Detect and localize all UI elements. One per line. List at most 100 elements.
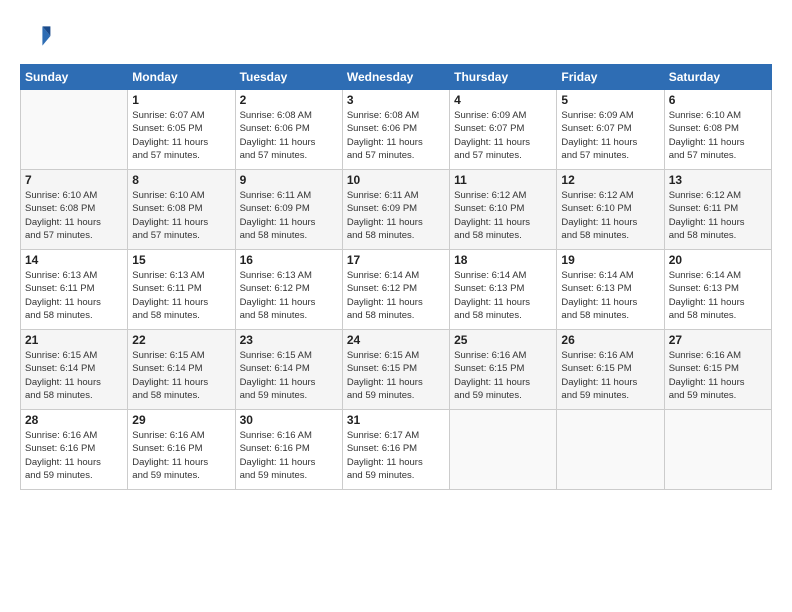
day-number: 10 [347, 173, 445, 187]
calendar-cell: 11 Sunrise: 6:12 AMSunset: 6:10 PMDayligh… [450, 170, 557, 250]
day-info: Sunrise: 6:12 AMSunset: 6:10 PMDaylight:… [561, 189, 659, 242]
calendar-cell: 19 Sunrise: 6:14 AMSunset: 6:13 PMDayligh… [557, 250, 664, 330]
day-info: Sunrise: 6:14 AMSunset: 6:13 PMDaylight:… [669, 269, 767, 322]
day-number: 19 [561, 253, 659, 267]
day-number: 26 [561, 333, 659, 347]
day-info: Sunrise: 6:16 AMSunset: 6:15 PMDaylight:… [669, 349, 767, 402]
day-number: 8 [132, 173, 230, 187]
day-number: 12 [561, 173, 659, 187]
day-number: 11 [454, 173, 552, 187]
weekday-header: Monday [128, 65, 235, 90]
day-number: 17 [347, 253, 445, 267]
day-info: Sunrise: 6:17 AMSunset: 6:16 PMDaylight:… [347, 429, 445, 482]
weekday-header: Saturday [664, 65, 771, 90]
weekday-header: Sunday [21, 65, 128, 90]
day-info: Sunrise: 6:15 AMSunset: 6:14 PMDaylight:… [240, 349, 338, 402]
weekday-header: Thursday [450, 65, 557, 90]
day-info: Sunrise: 6:16 AMSunset: 6:15 PMDaylight:… [454, 349, 552, 402]
calendar-cell: 16 Sunrise: 6:13 AMSunset: 6:12 PMDayligh… [235, 250, 342, 330]
calendar-cell: 4 Sunrise: 6:09 AMSunset: 6:07 PMDaylight… [450, 90, 557, 170]
day-info: Sunrise: 6:15 AMSunset: 6:14 PMDaylight:… [132, 349, 230, 402]
day-number: 4 [454, 93, 552, 107]
day-number: 16 [240, 253, 338, 267]
calendar-cell: 9 Sunrise: 6:11 AMSunset: 6:09 PMDaylight… [235, 170, 342, 250]
calendar-cell: 7Sunrise: 6:10 AMSunset: 6:08 PMDaylight… [21, 170, 128, 250]
day-info: Sunrise: 6:16 AMSunset: 6:16 PMDaylight:… [240, 429, 338, 482]
day-number: 23 [240, 333, 338, 347]
calendar-cell: 13Sunrise: 6:12 AMSunset: 6:11 PMDayligh… [664, 170, 771, 250]
day-number: 9 [240, 173, 338, 187]
day-info: Sunrise: 6:14 AMSunset: 6:12 PMDaylight:… [347, 269, 445, 322]
day-number: 29 [132, 413, 230, 427]
day-info: Sunrise: 6:16 AMSunset: 6:16 PMDaylight:… [25, 429, 123, 482]
calendar-cell [664, 410, 771, 490]
logo-icon [20, 20, 52, 52]
calendar-cell: 24 Sunrise: 6:15 AMSunset: 6:15 PMDayligh… [342, 330, 449, 410]
day-info: Sunrise: 6:16 AMSunset: 6:16 PMDaylight:… [132, 429, 230, 482]
calendar-cell [450, 410, 557, 490]
day-info: Sunrise: 6:11 AMSunset: 6:09 PMDaylight:… [240, 189, 338, 242]
calendar: SundayMondayTuesdayWednesdayThursdayFrid… [20, 64, 772, 490]
calendar-cell: 27 Sunrise: 6:16 AMSunset: 6:15 PMDayligh… [664, 330, 771, 410]
calendar-cell: 6Sunrise: 6:10 AMSunset: 6:08 PMDaylight… [664, 90, 771, 170]
calendar-cell: 18 Sunrise: 6:14 AMSunset: 6:13 PMDayligh… [450, 250, 557, 330]
calendar-cell: 25 Sunrise: 6:16 AMSunset: 6:15 PMDayligh… [450, 330, 557, 410]
day-info: Sunrise: 6:11 AMSunset: 6:09 PMDaylight:… [347, 189, 445, 242]
day-number: 18 [454, 253, 552, 267]
calendar-cell: 8 Sunrise: 6:10 AMSunset: 6:08 PMDaylight… [128, 170, 235, 250]
day-info: Sunrise: 6:13 AMSunset: 6:11 PMDaylight:… [132, 269, 230, 322]
day-info: Sunrise: 6:08 AMSunset: 6:06 PMDaylight:… [240, 109, 338, 162]
day-info: Sunrise: 6:15 AMSunset: 6:14 PMDaylight:… [25, 349, 123, 402]
day-number: 20 [669, 253, 767, 267]
calendar-cell: 14Sunrise: 6:13 AMSunset: 6:11 PMDayligh… [21, 250, 128, 330]
day-info: Sunrise: 6:13 AMSunset: 6:11 PMDaylight:… [25, 269, 123, 322]
calendar-cell: 20 Sunrise: 6:14 AMSunset: 6:13 PMDayligh… [664, 250, 771, 330]
day-number: 22 [132, 333, 230, 347]
calendar-cell: 17 Sunrise: 6:14 AMSunset: 6:12 PMDayligh… [342, 250, 449, 330]
day-info: Sunrise: 6:09 AMSunset: 6:07 PMDaylight:… [454, 109, 552, 162]
day-number: 15 [132, 253, 230, 267]
day-info: Sunrise: 6:14 AMSunset: 6:13 PMDaylight:… [454, 269, 552, 322]
day-number: 13 [669, 173, 767, 187]
calendar-cell: 28 Sunrise: 6:16 AMSunset: 6:16 PMDayligh… [21, 410, 128, 490]
day-number: 31 [347, 413, 445, 427]
calendar-cell: 1 Sunrise: 6:07 AMSunset: 6:05 PMDaylight… [128, 90, 235, 170]
calendar-cell: 31 Sunrise: 6:17 AMSunset: 6:16 PMDayligh… [342, 410, 449, 490]
day-info: Sunrise: 6:07 AMSunset: 6:05 PMDaylight:… [132, 109, 230, 162]
day-number: 24 [347, 333, 445, 347]
calendar-cell: 3Sunrise: 6:08 AMSunset: 6:06 PMDaylight… [342, 90, 449, 170]
day-number: 2 [240, 93, 338, 107]
day-info: Sunrise: 6:13 AMSunset: 6:12 PMDaylight:… [240, 269, 338, 322]
calendar-cell [21, 90, 128, 170]
calendar-cell: 2 Sunrise: 6:08 AMSunset: 6:06 PMDaylight… [235, 90, 342, 170]
header [20, 20, 772, 52]
day-number: 27 [669, 333, 767, 347]
calendar-cell: 23 Sunrise: 6:15 AMSunset: 6:14 PMDayligh… [235, 330, 342, 410]
day-number: 30 [240, 413, 338, 427]
calendar-cell: 22 Sunrise: 6:15 AMSunset: 6:14 PMDayligh… [128, 330, 235, 410]
day-info: Sunrise: 6:15 AMSunset: 6:15 PMDaylight:… [347, 349, 445, 402]
day-info: Sunrise: 6:10 AMSunset: 6:08 PMDaylight:… [132, 189, 230, 242]
day-number: 21 [25, 333, 123, 347]
day-info: Sunrise: 6:12 AMSunset: 6:10 PMDaylight:… [454, 189, 552, 242]
calendar-cell: 26 Sunrise: 6:16 AMSunset: 6:15 PMDayligh… [557, 330, 664, 410]
day-info: Sunrise: 6:14 AMSunset: 6:13 PMDaylight:… [561, 269, 659, 322]
day-info: Sunrise: 6:16 AMSunset: 6:15 PMDaylight:… [561, 349, 659, 402]
calendar-cell: 29 Sunrise: 6:16 AMSunset: 6:16 PMDayligh… [128, 410, 235, 490]
day-number: 1 [132, 93, 230, 107]
calendar-cell: 15 Sunrise: 6:13 AMSunset: 6:11 PMDayligh… [128, 250, 235, 330]
day-number: 28 [25, 413, 123, 427]
day-number: 5 [561, 93, 659, 107]
weekday-header: Friday [557, 65, 664, 90]
calendar-cell: 5 Sunrise: 6:09 AMSunset: 6:07 PMDaylight… [557, 90, 664, 170]
day-info: Sunrise: 6:10 AMSunset: 6:08 PMDaylight:… [669, 109, 767, 162]
calendar-cell: 12 Sunrise: 6:12 AMSunset: 6:10 PMDayligh… [557, 170, 664, 250]
day-number: 7 [25, 173, 123, 187]
day-number: 25 [454, 333, 552, 347]
day-info: Sunrise: 6:09 AMSunset: 6:07 PMDaylight:… [561, 109, 659, 162]
calendar-cell: 10 Sunrise: 6:11 AMSunset: 6:09 PMDayligh… [342, 170, 449, 250]
page: SundayMondayTuesdayWednesdayThursdayFrid… [0, 0, 792, 612]
weekday-header: Tuesday [235, 65, 342, 90]
day-info: Sunrise: 6:08 AMSunset: 6:06 PMDaylight:… [347, 109, 445, 162]
logo [20, 20, 56, 52]
